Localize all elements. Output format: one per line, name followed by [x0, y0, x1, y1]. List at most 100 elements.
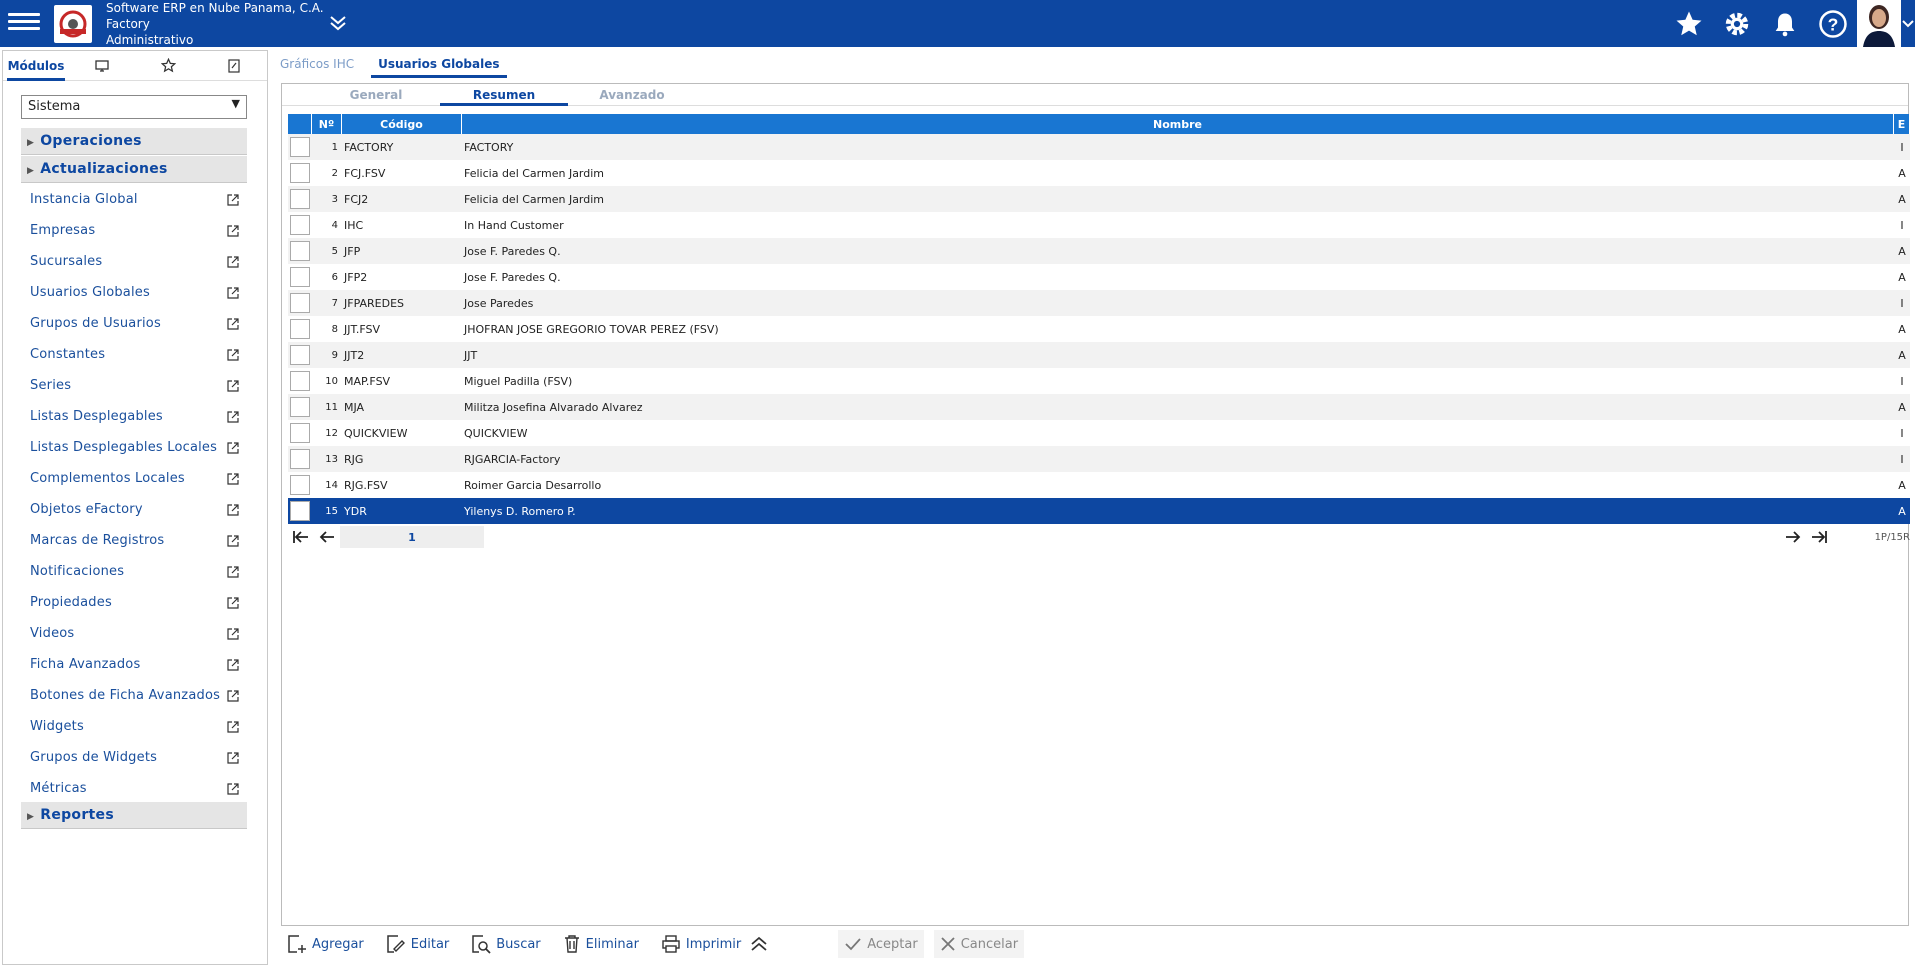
add-button[interactable]: Agregar [281, 930, 370, 958]
menu-item[interactable]: Notificaciones [21, 556, 247, 587]
row-select[interactable] [288, 316, 312, 342]
section-operaciones[interactable]: ▶ Operaciones [21, 128, 247, 155]
row-checkbox[interactable] [290, 215, 310, 235]
section-reportes[interactable]: ▶ Reportes [21, 802, 247, 829]
menu-item[interactable]: Marcas de Registros [21, 525, 247, 556]
menu-item[interactable]: Constantes [21, 339, 247, 370]
menu-item[interactable]: Complementos Locales [21, 463, 247, 494]
row-checkbox[interactable] [290, 345, 310, 365]
chevron-double-down-icon[interactable] [327, 12, 349, 34]
row-select[interactable] [288, 420, 312, 446]
prev-page-icon[interactable] [314, 525, 340, 549]
external-link-icon[interactable] [227, 317, 239, 330]
table-row[interactable]: 6 JFP2 Jose F. Paredes Q. A [288, 264, 1910, 290]
search-button[interactable]: Buscar [465, 930, 546, 958]
external-link-icon[interactable] [227, 255, 239, 268]
menu-item[interactable]: Métricas [21, 773, 247, 804]
table-row[interactable]: 4 IHC In Hand Customer I [288, 212, 1910, 238]
table-row[interactable]: 3 FCJ2 Felicia del Carmen Jardim A [288, 186, 1910, 212]
row-checkbox[interactable] [290, 475, 310, 495]
star-icon[interactable] [1665, 0, 1713, 47]
header-code[interactable]: Código [342, 114, 462, 134]
external-link-icon[interactable] [227, 782, 239, 795]
row-select[interactable] [288, 160, 312, 186]
table-row[interactable]: 9 JJT2 JJT A [288, 342, 1910, 368]
external-link-icon[interactable] [227, 193, 239, 206]
row-checkbox[interactable] [290, 189, 310, 209]
row-checkbox[interactable] [290, 397, 310, 417]
row-checkbox[interactable] [290, 423, 310, 443]
table-row[interactable]: 2 FCJ.FSV Felicia del Carmen Jardim A [288, 160, 1910, 186]
external-link-icon[interactable] [227, 379, 239, 392]
tab-resumen[interactable]: Resumen [440, 84, 568, 106]
chevron-double-up-icon[interactable] [749, 935, 769, 953]
row-select[interactable] [288, 446, 312, 472]
help-icon[interactable]: ? [1809, 0, 1857, 47]
menu-item[interactable]: Propiedades [21, 587, 247, 618]
tab-avanzado[interactable]: Avanzado [568, 84, 696, 105]
row-checkbox[interactable] [290, 501, 310, 521]
menu-item[interactable]: Grupos de Widgets [21, 742, 247, 773]
external-link-icon[interactable] [227, 348, 239, 361]
header-status[interactable]: E [1894, 114, 1910, 134]
external-link-icon[interactable] [227, 534, 239, 547]
row-select[interactable] [288, 472, 312, 498]
table-row[interactable]: 5 JFP Jose F. Paredes Q. A [288, 238, 1910, 264]
tab-general[interactable]: General [312, 84, 440, 105]
avatar[interactable] [1857, 0, 1901, 47]
external-link-icon[interactable] [227, 410, 239, 423]
external-link-icon[interactable] [227, 503, 239, 516]
row-checkbox[interactable] [290, 241, 310, 261]
menu-item[interactable]: Botones de Ficha Avanzados [21, 680, 247, 711]
external-link-icon[interactable] [227, 720, 239, 733]
row-select[interactable] [288, 264, 312, 290]
table-row[interactable]: 11 MJA Militza Josefina Alvarado Alvarez A [288, 394, 1910, 420]
row-select[interactable] [288, 368, 312, 394]
table-row[interactable]: 14 RJG.FSV Roimer Garcia Desarrollo A [288, 472, 1910, 498]
row-checkbox[interactable] [290, 267, 310, 287]
row-select[interactable] [288, 186, 312, 212]
row-select[interactable] [288, 498, 312, 524]
chevron-down-icon[interactable] [1901, 0, 1915, 47]
menu-item[interactable]: Ficha Avanzados [21, 649, 247, 680]
tab-favorites[interactable] [135, 51, 201, 80]
menu-item[interactable]: Videos [21, 618, 247, 649]
external-link-icon[interactable] [227, 689, 239, 702]
row-select[interactable] [288, 238, 312, 264]
tab-notes[interactable] [201, 51, 267, 80]
menu-item[interactable]: Objetos eFactory [21, 494, 247, 525]
tab-monitor[interactable] [69, 51, 135, 80]
tab-usuarios-globales[interactable]: Usuarios Globales [371, 50, 507, 78]
section-actualizaciones[interactable]: ▶ Actualizaciones [21, 156, 247, 183]
row-checkbox[interactable] [290, 163, 310, 183]
page-number[interactable]: 1 [340, 526, 484, 548]
external-link-icon[interactable] [227, 627, 239, 640]
external-link-icon[interactable] [227, 224, 239, 237]
external-link-icon[interactable] [227, 286, 239, 299]
cancel-button[interactable]: Cancelar [933, 930, 1025, 958]
row-select[interactable] [288, 212, 312, 238]
hamburger-menu-icon[interactable] [8, 9, 40, 37]
table-row[interactable]: 12 QUICKVIEW QUICKVIEW I [288, 420, 1910, 446]
module-select[interactable]: Sistema ▼ [21, 95, 247, 119]
last-page-icon[interactable] [1806, 525, 1832, 549]
menu-item[interactable]: Widgets [21, 711, 247, 742]
next-page-icon[interactable] [1780, 525, 1806, 549]
row-select[interactable] [288, 290, 312, 316]
row-checkbox[interactable] [290, 371, 310, 391]
menu-item[interactable]: Instancia Global [21, 184, 247, 215]
table-row[interactable]: 13 RJG RJGARCIA-Factory I [288, 446, 1910, 472]
row-select[interactable] [288, 394, 312, 420]
external-link-icon[interactable] [227, 441, 239, 454]
external-link-icon[interactable] [227, 596, 239, 609]
external-link-icon[interactable] [227, 472, 239, 485]
menu-item[interactable]: Empresas [21, 215, 247, 246]
row-select[interactable] [288, 134, 312, 160]
table-row[interactable]: 8 JJT.FSV JHOFRAN JOSE GREGORIO TOVAR PERE… [288, 316, 1910, 342]
menu-item[interactable]: Grupos de Usuarios [21, 308, 247, 339]
menu-item[interactable]: Listas Desplegables [21, 401, 247, 432]
delete-button[interactable]: Eliminar [557, 930, 645, 958]
tab-modulos[interactable]: Módulos [3, 51, 69, 81]
header-name[interactable]: Nombre [462, 114, 1894, 134]
menu-item[interactable]: Sucursales [21, 246, 247, 277]
